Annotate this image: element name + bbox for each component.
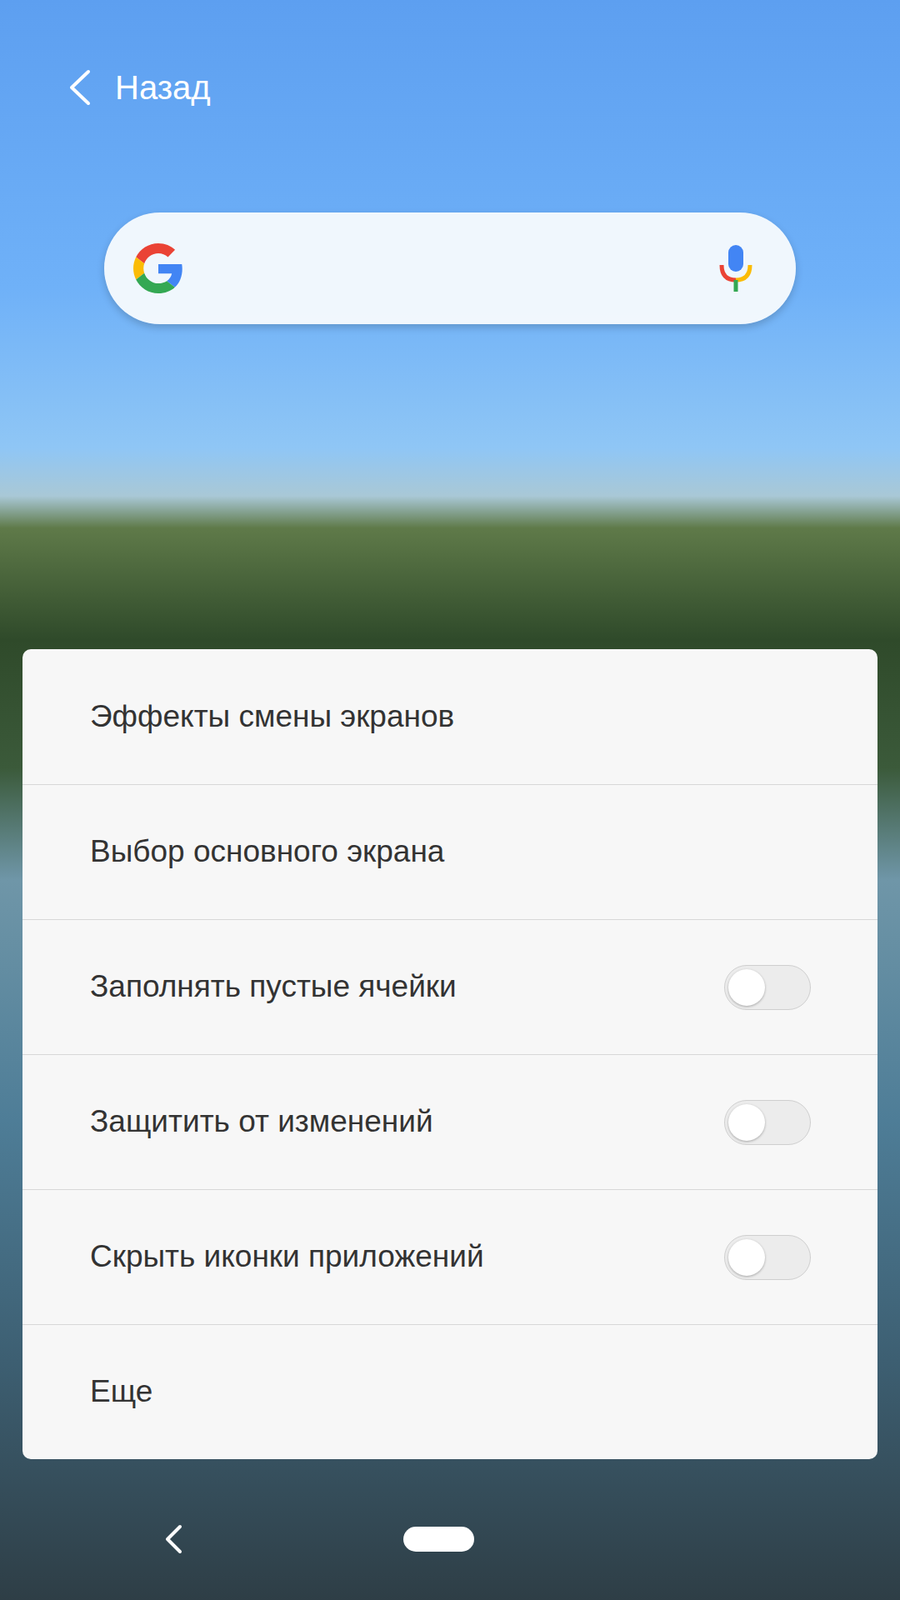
menu-row[interactable]: Скрыть иконки приложений	[22, 1189, 878, 1325]
toggle-knob[interactable]	[728, 1239, 765, 1276]
nav-home-button[interactable]	[403, 1526, 475, 1552]
menu-row-label[interactable]: Скрыть иконки приложений	[90, 1238, 485, 1275]
launcher-settings-screen: Назад Эффекты смены экранов Выбор основног…	[0, 0, 900, 1600]
back-button[interactable]: Назад	[0, 62, 900, 113]
menu-row[interactable]: Еще	[22, 1324, 878, 1460]
microphone-icon[interactable]	[717, 243, 755, 294]
nav-back-icon[interactable]	[161, 1523, 185, 1555]
menu-row-label[interactable]: Еще	[90, 1373, 153, 1410]
menu-row[interactable]: Выбор основного экрана	[22, 784, 878, 920]
navigation-bar	[0, 1478, 900, 1600]
toggle-switch[interactable]	[724, 1100, 811, 1145]
nav-back-button[interactable]	[161, 1523, 185, 1555]
google-search-bar[interactable]	[104, 212, 796, 325]
toggle-switch[interactable]	[724, 1235, 811, 1280]
back-label[interactable]: Назад	[115, 67, 211, 108]
back-arrow-icon[interactable]	[66, 68, 92, 107]
toggle-switch[interactable]	[724, 965, 811, 1010]
menu-row[interactable]: Защитить от изменений	[22, 1054, 878, 1190]
menu-row-label[interactable]: Заполнять пустые ячейки	[90, 968, 457, 1005]
search-input[interactable]	[203, 250, 698, 287]
toggle-knob[interactable]	[728, 1104, 765, 1141]
toggle-knob[interactable]	[728, 969, 765, 1006]
menu-row[interactable]: Эффекты смены экранов	[22, 649, 878, 785]
home-pill-icon[interactable]	[403, 1526, 475, 1552]
menu-row-label[interactable]: Эффекты смены экранов	[90, 698, 455, 735]
menu-row-label[interactable]: Защитить от изменений	[90, 1103, 434, 1140]
menu-row-label[interactable]: Выбор основного экрана	[90, 833, 445, 870]
settings-menu: Эффекты смены экранов Выбор основного экр…	[22, 649, 878, 1460]
menu-row[interactable]: Заполнять пустые ячейки	[22, 919, 878, 1055]
google-logo-icon	[133, 243, 184, 294]
